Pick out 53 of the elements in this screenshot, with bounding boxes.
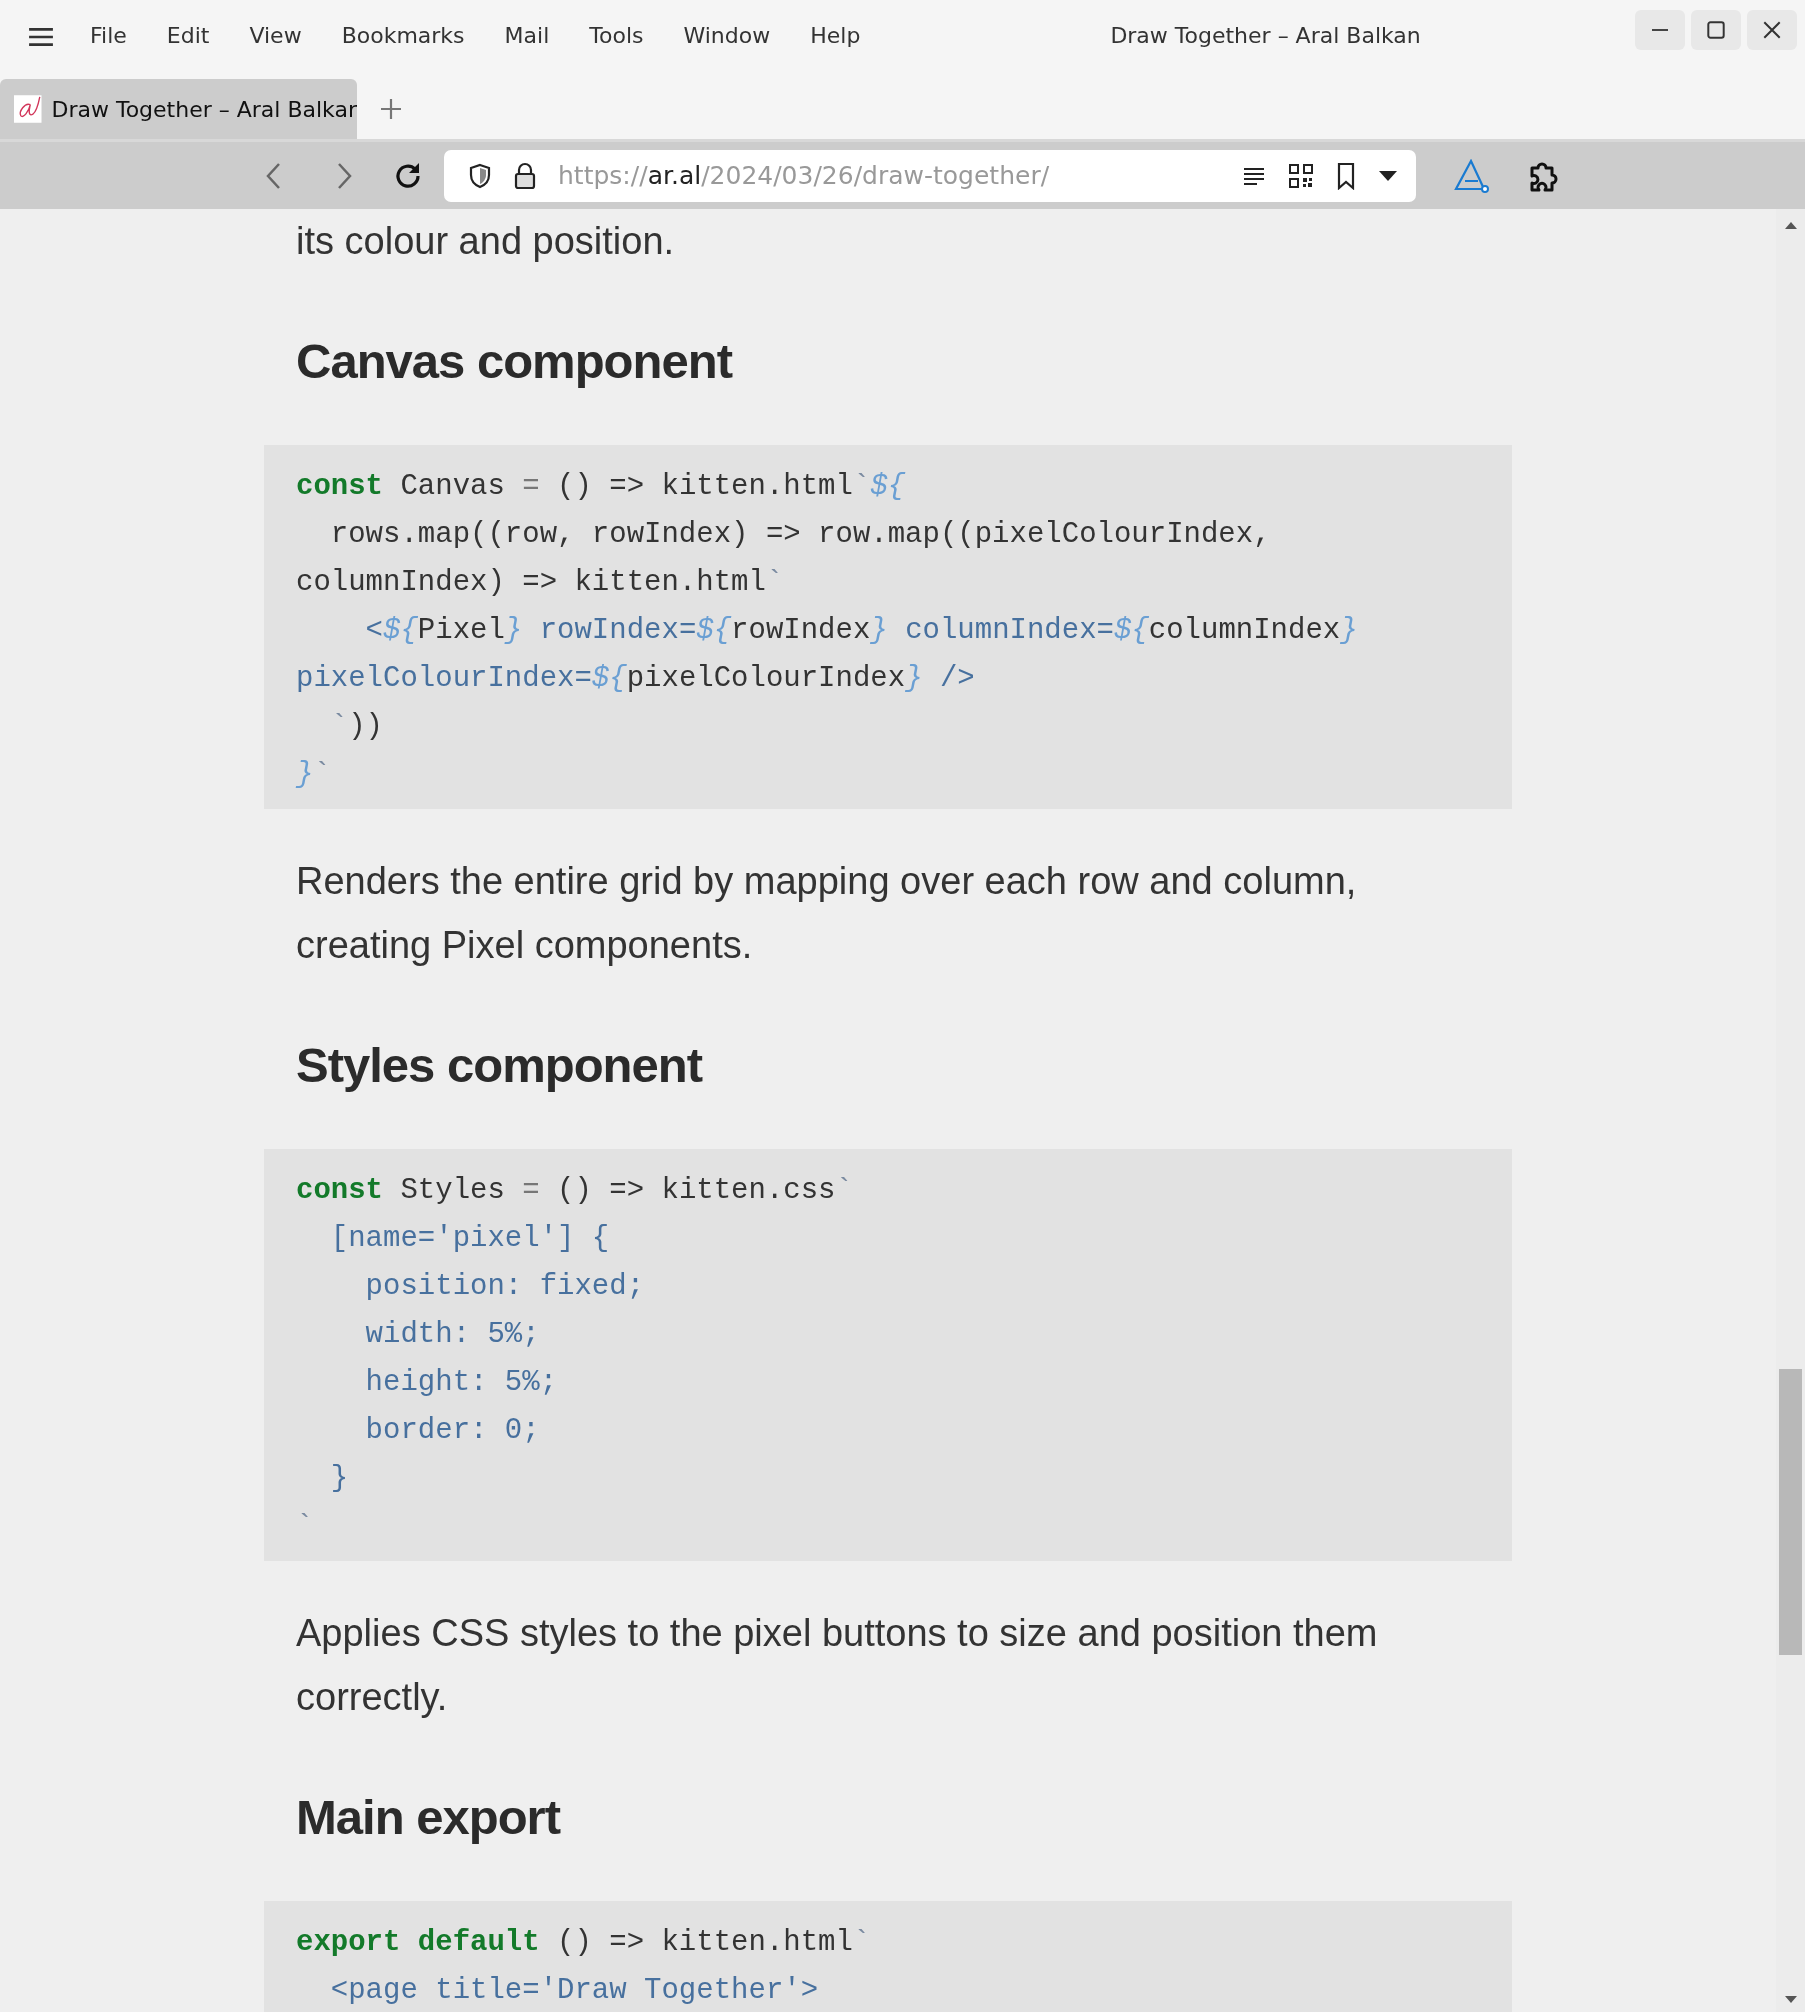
code-line: <${Pixel} rowIndex=${rowIndex} columnIndex=${columnIndex} xyxy=(364,613,1359,649)
scroll-down-icon[interactable] xyxy=(1785,1996,1797,2004)
code-line: <page title='Draw Together'> xyxy=(329,1973,820,2009)
menu-item[interactable]: View xyxy=(229,22,322,48)
section-heading: Styles component xyxy=(296,1037,704,1094)
maximize-icon xyxy=(1705,19,1727,41)
url-text: https://ar.al/2024/03/26/draw-together/ xyxy=(558,161,1051,190)
minimize-icon xyxy=(1649,29,1671,31)
menu-item[interactable]: Help xyxy=(790,22,881,48)
window-title: Draw Together – Aral Balkan xyxy=(1110,22,1421,48)
address-field[interactable]: https://ar.al/2024/03/26/draw-together/ xyxy=(444,149,1416,202)
menu-item[interactable]: Mail xyxy=(484,22,570,48)
paragraph: Applies CSS styles to the pixel buttons to size and position them correctly. xyxy=(296,1611,1379,1720)
section-heading: Main export xyxy=(296,1789,562,1846)
paragraph: its colour and position. xyxy=(296,219,676,264)
menu-item[interactable]: Tools xyxy=(569,22,664,48)
menu-item[interactable]: File xyxy=(70,22,147,48)
code-line: ` xyxy=(296,1509,315,1545)
scroll-up-icon[interactable] xyxy=(1785,221,1797,229)
dropdown-icon[interactable] xyxy=(1378,169,1398,182)
code-line: const Styles = () => kitten.css` xyxy=(296,1173,854,1209)
code-line: height: 5%; xyxy=(364,1365,559,1401)
lock-icon[interactable] xyxy=(514,161,536,190)
maximize-button[interactable] xyxy=(1691,10,1741,50)
code-line: position: fixed; xyxy=(364,1269,646,1305)
close-icon xyxy=(1761,19,1783,41)
menu-icon[interactable] xyxy=(28,26,54,48)
new-tab-icon[interactable] xyxy=(379,97,403,121)
accessibility-extension-icon[interactable] xyxy=(1454,158,1490,193)
menu-item[interactable]: Window xyxy=(663,22,791,48)
menu-item[interactable]: Edit xyxy=(146,22,230,48)
code-line: [name='pixel'] { xyxy=(329,1221,611,1257)
close-button[interactable] xyxy=(1747,10,1797,50)
code-line: }` xyxy=(296,757,332,793)
paragraph: Renders the entire grid by mapping over each row and column, creating Pixel components. xyxy=(296,859,1358,968)
bookmark-icon[interactable] xyxy=(1336,161,1356,190)
code-line: `)) xyxy=(329,709,385,745)
reader-view-icon[interactable] xyxy=(1242,165,1266,186)
favicon-icon xyxy=(14,93,42,125)
code-line: } xyxy=(329,1461,350,1497)
code-line: rows.map((row, rowIndex) => row.map((pixelColourIndex, xyxy=(329,517,1272,553)
code-line: border: 0; xyxy=(364,1413,541,1449)
code-line: columnIndex) => kitten.html` xyxy=(296,565,785,601)
code-line: pixelColourIndex=${pixelColourIndex} /> xyxy=(296,661,976,697)
scrollbar-thumb[interactable] xyxy=(1779,1369,1802,1655)
browser-tab[interactable]: Draw Together – Aral Balkar xyxy=(0,79,357,139)
qr-code-icon[interactable] xyxy=(1288,162,1314,189)
code-line: width: 5%; xyxy=(364,1317,541,1353)
code-line: const Canvas = () => kitten.html`${ xyxy=(296,469,907,505)
code-line: export default () => kitten.html` xyxy=(296,1925,872,1961)
menu-item[interactable]: Bookmarks xyxy=(321,22,485,48)
section-heading: Canvas component xyxy=(296,333,734,390)
shield-icon[interactable] xyxy=(468,162,492,189)
